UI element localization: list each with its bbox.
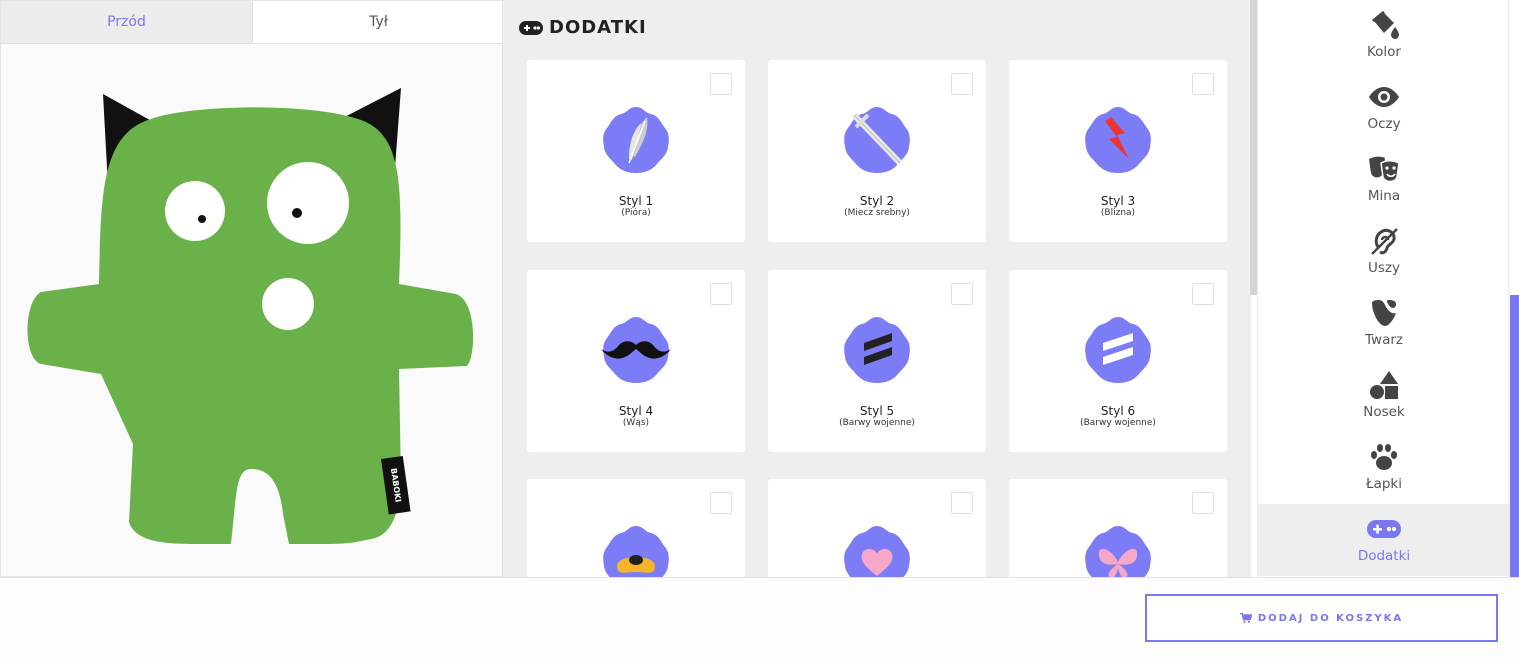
monster-body — [27, 107, 474, 544]
addons-title: DODATKI — [549, 17, 647, 38]
addon-card[interactable] — [768, 479, 986, 577]
feather-icon — [603, 107, 669, 173]
heart-icon — [844, 526, 910, 577]
sidebar-item-label: Łapki — [1366, 476, 1402, 492]
deaf-ear-icon — [1371, 228, 1398, 255]
paw-icon — [1371, 444, 1397, 470]
sidebar-item-label: Nosek — [1363, 404, 1405, 420]
addon-card[interactable] — [527, 479, 745, 577]
left-eye — [165, 181, 225, 241]
warpaint-dark-icon — [844, 317, 910, 383]
tab-front[interactable]: Przód — [1, 1, 252, 44]
addon-card[interactable]: Styl 3 (Blizna) — [1009, 60, 1227, 242]
addon-subtitle: (Pióra) — [621, 208, 651, 218]
addon-card[interactable]: Styl 2 (Miecz srebny) — [768, 60, 986, 242]
mustache-icon — [601, 317, 671, 383]
addon-card[interactable] — [1009, 479, 1227, 577]
addons-header: DODATKI — [519, 17, 647, 38]
scar-icon — [1085, 107, 1151, 173]
addon-checkbox[interactable] — [951, 492, 973, 514]
sidebar-item-label: Oczy — [1367, 116, 1401, 132]
left-pupil — [198, 215, 206, 223]
addon-checkbox[interactable] — [1192, 283, 1214, 305]
addon-checkbox[interactable] — [710, 283, 732, 305]
sidebar-item-label: Mina — [1367, 188, 1401, 204]
addon-name: Styl 4 — [618, 404, 654, 418]
addon-subtitle: (Barwy wojenne) — [839, 418, 915, 428]
sidebar-item-mina[interactable]: Mina — [1258, 144, 1510, 216]
add-to-cart-button[interactable]: DODAJ DO KOSZYKA — [1145, 594, 1498, 642]
addon-name: Styl 1 — [618, 194, 654, 208]
addon-checkbox[interactable] — [710, 73, 732, 95]
sidebar-item-label: Dodatki — [1357, 548, 1411, 564]
gamepad-icon — [1367, 520, 1401, 538]
addon-subtitle: (Blizna) — [1100, 208, 1136, 218]
view-tabs: Przód Tył — [1, 1, 502, 44]
addon-checkbox[interactable] — [1192, 73, 1214, 95]
addon-checkbox[interactable] — [1192, 492, 1214, 514]
right-eye — [267, 162, 349, 244]
add-to-cart-label: DODAJ DO KOSZYKA — [1257, 612, 1404, 624]
typo3-face-icon — [1372, 300, 1396, 326]
addon-subtitle: (Miecz srebny) — [844, 208, 910, 218]
addon-card[interactable]: Styl 5 (Barwy wojenne) — [768, 270, 986, 452]
sidebar-item-oczy[interactable]: Oczy — [1258, 72, 1510, 144]
addon-name: Styl 5 — [859, 404, 895, 418]
sidebar-item-dodatki[interactable]: Dodatki — [1258, 504, 1510, 576]
sidebar-item-nosek[interactable]: Nosek — [1258, 360, 1510, 432]
gamepad-icon — [519, 20, 543, 35]
addon-subtitle: (Barwy wojenne) — [1080, 418, 1156, 428]
shapes-icon — [1370, 371, 1398, 399]
mouth — [262, 278, 314, 330]
footer-bar: DODAJ DO KOSZYKA — [0, 577, 1519, 658]
category-sidebar: Kolor Oczy Mina Uszy Twarz Nosek Łapki D… — [1257, 0, 1510, 577]
monster-preview: BABOKI — [1, 44, 502, 576]
addon-checkbox[interactable] — [951, 73, 973, 95]
addon-subtitle: (Wąs) — [622, 418, 650, 428]
addon-name: Styl 3 — [1100, 194, 1136, 208]
sidebar-item-uszy[interactable]: Uszy — [1258, 216, 1510, 288]
sidebar-item-lapki[interactable]: Łapki — [1258, 432, 1510, 504]
cart-icon — [1239, 613, 1252, 623]
sidebar-item-label: Uszy — [1368, 260, 1400, 276]
monster-illustration: BABOKI — [27, 88, 474, 544]
addon-card[interactable]: Styl 6 (Barwy wojenne) — [1009, 270, 1227, 452]
eye-icon — [1369, 87, 1399, 107]
addons-scrollbar[interactable] — [1250, 0, 1257, 295]
theater-masks-icon — [1369, 156, 1400, 183]
paint-bucket-icon — [1372, 11, 1399, 39]
addon-card[interactable]: Styl 1 (Pióra) — [527, 60, 745, 242]
addon-checkbox[interactable] — [710, 492, 732, 514]
tab-back[interactable]: Tył — [252, 1, 502, 44]
sidebar-item-label: Twarz — [1365, 332, 1403, 348]
addon-name: Styl 6 — [1100, 404, 1136, 418]
right-pupil — [292, 208, 302, 218]
sword-icon — [844, 107, 910, 173]
butterfly-icon — [1085, 526, 1151, 577]
sidebar-item-twarz[interactable]: Twarz — [1258, 288, 1510, 360]
sidebar-item-label: Kolor — [1366, 44, 1401, 60]
addon-name: Styl 2 — [859, 194, 895, 208]
sidebar-scroll-indicator — [1510, 295, 1519, 577]
preview-panel: Przód Tył BABOKI — [0, 0, 503, 577]
pacifier-icon — [603, 526, 669, 577]
addon-checkbox[interactable] — [951, 283, 973, 305]
addon-card[interactable]: Styl 4 (Wąs) — [527, 270, 745, 452]
warpaint-white-icon — [1085, 317, 1151, 383]
addons-panel: DODATKI Styl 1 (Pióra) Styl 2 (Miecz sre… — [503, 0, 1251, 577]
sidebar-item-kolor[interactable]: Kolor — [1258, 0, 1510, 72]
